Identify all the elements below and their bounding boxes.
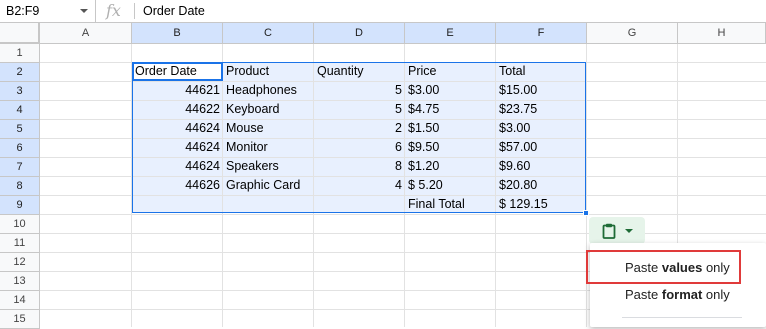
row-header-7[interactable]: 7 (0, 158, 40, 177)
cell-e7[interactable]: $1.20 (408, 157, 494, 176)
paste-format-only-item[interactable]: Paste format only (590, 280, 766, 310)
clipboard-icon (602, 223, 616, 242)
fx-icon: fx (106, 1, 121, 20)
row-header-14[interactable]: 14 (0, 291, 40, 310)
cell-e2[interactable]: Price (408, 62, 494, 81)
cell-b7[interactable]: 44624 (132, 157, 220, 176)
row-header-6[interactable]: 6 (0, 139, 40, 158)
cell-b6[interactable]: 44624 (132, 138, 220, 157)
name-box-value: B2:F9 (6, 4, 40, 18)
cell-e5[interactable]: $1.50 (408, 119, 494, 138)
column-header-h[interactable]: H (678, 23, 766, 44)
cell-c4[interactable]: Keyboard (226, 100, 312, 119)
column-header-b[interactable]: B (132, 23, 223, 44)
row-header-13[interactable]: 13 (0, 272, 40, 291)
formula-input[interactable]: Order Date (143, 4, 205, 18)
column-header-e[interactable]: E (405, 23, 496, 44)
column-header-d[interactable]: D (314, 23, 405, 44)
paste-options-button[interactable] (589, 217, 645, 244)
cell-f4[interactable]: $23.75 (499, 100, 585, 119)
chevron-down-icon[interactable] (80, 9, 88, 13)
cell-b5[interactable]: 44624 (132, 119, 220, 138)
cell-d3[interactable]: 5 (314, 81, 402, 100)
row-header-11[interactable]: 11 (0, 234, 40, 253)
row-header-10[interactable]: 10 (0, 215, 40, 234)
chevron-down-icon[interactable] (625, 229, 633, 233)
row-header-15[interactable]: 15 (0, 310, 40, 329)
menu-item-label: Paste format only (625, 287, 730, 302)
cell-c8[interactable]: Graphic Card (226, 176, 312, 195)
cell-b3[interactable]: 44621 (132, 81, 220, 100)
column-header-f[interactable]: F (496, 23, 587, 44)
grid-line (40, 214, 766, 215)
cell-f5[interactable]: $3.00 (499, 119, 585, 138)
cell-d2[interactable]: Quantity (317, 62, 403, 81)
row-header-8[interactable]: 8 (0, 177, 40, 196)
row-header-4[interactable]: 4 (0, 101, 40, 120)
cell-f2[interactable]: Total (499, 62, 585, 81)
cell-d7[interactable]: 8 (314, 157, 402, 176)
cell-e4[interactable]: $4.75 (408, 100, 494, 119)
cell-b2[interactable]: Order Date (135, 62, 221, 81)
column-header-g[interactable]: G (587, 23, 678, 44)
cell-f8[interactable]: $20.80 (499, 176, 585, 195)
grid-line (586, 44, 587, 327)
formula-bar: B2:F9 fx Order Date (0, 0, 766, 23)
cell-f9[interactable]: $ 129.15 (499, 195, 585, 214)
cell-f6[interactable]: $57.00 (499, 138, 585, 157)
menu-divider (622, 317, 742, 318)
cell-c3[interactable]: Headphones (226, 81, 312, 100)
highlight-box (586, 250, 741, 284)
row-header-5[interactable]: 5 (0, 120, 40, 139)
select-all-corner[interactable] (0, 23, 40, 44)
cell-d6[interactable]: 6 (314, 138, 402, 157)
cell-e3[interactable]: $3.00 (408, 81, 494, 100)
formula-divider (134, 3, 135, 19)
cell-e9[interactable]: Final Total (408, 195, 494, 214)
cell-e8[interactable]: $ 5.20 (408, 176, 494, 195)
cell-d8[interactable]: 4 (314, 176, 402, 195)
column-header-a[interactable]: A (40, 23, 132, 44)
cell-f3[interactable]: $15.00 (499, 81, 585, 100)
cell-f7[interactable]: $9.60 (499, 157, 585, 176)
name-box[interactable]: B2:F9 (0, 0, 96, 22)
row-header-1[interactable]: 1 (0, 44, 40, 63)
cell-c6[interactable]: Monitor (226, 138, 312, 157)
row-header-9[interactable]: 9 (0, 196, 40, 215)
column-header-c[interactable]: C (223, 23, 314, 44)
cell-d5[interactable]: 2 (314, 119, 402, 138)
cell-c7[interactable]: Speakers (226, 157, 312, 176)
cell-d4[interactable]: 5 (314, 100, 402, 119)
row-header-2[interactable]: 2 (0, 63, 40, 82)
cell-e6[interactable]: $9.50 (408, 138, 494, 157)
grid-line (40, 233, 766, 234)
row-header-12[interactable]: 12 (0, 253, 40, 272)
cell-b4[interactable]: 44622 (132, 100, 220, 119)
cell-b8[interactable]: 44626 (132, 176, 220, 195)
row-header-3[interactable]: 3 (0, 82, 40, 101)
cell-c2[interactable]: Product (226, 62, 312, 81)
cell-c5[interactable]: Mouse (226, 119, 312, 138)
